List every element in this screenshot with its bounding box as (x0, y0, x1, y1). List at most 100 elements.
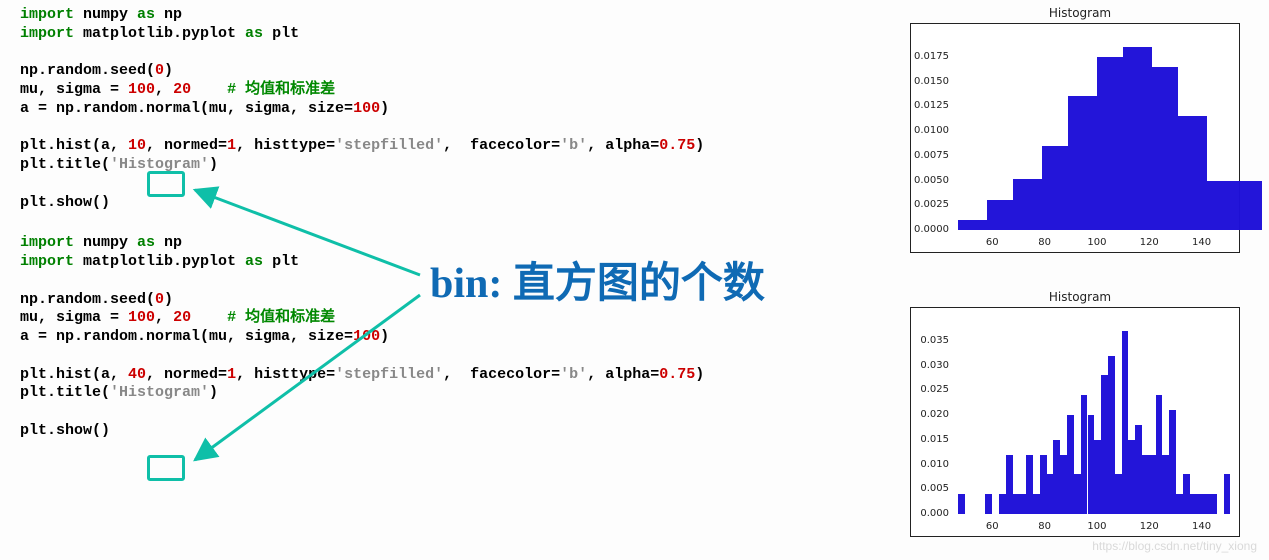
ytick: 0.020 (911, 409, 949, 422)
kw-import: import (20, 6, 74, 23)
bar (1094, 440, 1101, 514)
ytick: 0.0175 (911, 51, 949, 64)
str: 'b' (560, 366, 587, 383)
t: ) (695, 366, 704, 383)
bar (1190, 494, 1197, 514)
ytick: 0.0025 (911, 199, 949, 212)
histogram-2: Histogram 0.0000.0050.0100.0150.0200.025… (910, 290, 1250, 537)
comment: # 均值和标准差 (227, 309, 335, 326)
bar (958, 220, 987, 230)
num: 20 (173, 81, 191, 98)
bar (1047, 474, 1054, 514)
xtick: 140 (1192, 518, 1211, 536)
axes: 0.0000.0050.0100.0150.0200.0250.0300.035… (910, 307, 1240, 537)
ytick: 0.0150 (911, 75, 949, 88)
num: 20 (173, 309, 191, 326)
ytick: 0.025 (911, 384, 949, 397)
t: , facecolor= (443, 137, 560, 154)
t: numpy (74, 6, 137, 23)
plot-area (953, 32, 1233, 230)
bar (1019, 494, 1026, 514)
bar (1142, 455, 1149, 514)
t: ) (164, 291, 173, 308)
num: 100 (128, 81, 155, 98)
num: 100 (353, 100, 380, 117)
bar (958, 494, 965, 514)
bar (1152, 67, 1178, 230)
num: 0.75 (659, 137, 695, 154)
bar (1033, 494, 1040, 514)
bar (1115, 474, 1122, 514)
bar (1097, 57, 1123, 230)
xtick: 60 (986, 518, 999, 536)
bar (1013, 179, 1042, 230)
t: , (155, 81, 173, 98)
t: np (155, 6, 182, 23)
str: 'Histogram' (110, 384, 209, 401)
str: 'stepfilled' (335, 366, 443, 383)
bar (1162, 455, 1169, 514)
t: mu, sigma = (20, 309, 128, 326)
ytick: 0.0125 (911, 100, 949, 113)
num: 100 (128, 309, 155, 326)
t: a = np.random.normal(mu, sigma, size= (20, 328, 353, 345)
axes: 0.00000.00250.00500.00750.01000.01250.01… (910, 23, 1240, 253)
str: 'stepfilled' (335, 137, 443, 154)
t: , facecolor= (443, 366, 560, 383)
bar (985, 494, 992, 514)
xtick: 120 (1140, 518, 1159, 536)
t: ) (209, 384, 218, 401)
code-area: import numpy as np import matplotlib.pyp… (20, 6, 850, 463)
bar (1123, 47, 1152, 230)
bar (1042, 146, 1068, 230)
ytick: 0.0100 (911, 125, 949, 138)
t: , histtype= (236, 366, 335, 383)
xtick: 100 (1087, 518, 1106, 536)
t: plt.show() (20, 422, 110, 439)
xtick: 80 (1038, 234, 1051, 252)
t: numpy (74, 234, 137, 251)
num: 0.75 (659, 366, 695, 383)
str: 'Histogram' (110, 156, 209, 173)
plot-area (953, 316, 1233, 514)
ytick: 0.005 (911, 483, 949, 496)
code-block-1: import numpy as np import matplotlib.pyp… (20, 6, 850, 212)
ytick: 0.0075 (911, 150, 949, 163)
bar (1060, 455, 1067, 514)
t: np (155, 234, 182, 251)
t: ) (380, 100, 389, 117)
bar (1196, 494, 1203, 514)
num: 100 (353, 328, 380, 345)
bar (1135, 425, 1142, 514)
bar (1210, 494, 1217, 514)
chart-title: Histogram (910, 290, 1250, 305)
t: plt (263, 25, 299, 42)
ytick: 0.0050 (911, 174, 949, 187)
t: matplotlib.pyplot (74, 25, 245, 42)
kw-as: as (137, 234, 155, 251)
t: a = np.random.normal(mu, sigma, size= (20, 100, 353, 117)
t: , alpha= (587, 137, 659, 154)
num-bin-10: 10 (128, 137, 146, 154)
bar (1101, 375, 1108, 514)
num: 1 (227, 366, 236, 383)
chart-title: Histogram (910, 6, 1250, 21)
bar (1081, 395, 1088, 514)
t: np.random.seed( (20, 62, 155, 79)
ytick: 0.030 (911, 359, 949, 372)
t: matplotlib.pyplot (74, 253, 245, 270)
str: 'b' (560, 137, 587, 154)
bar (1169, 410, 1176, 514)
t: ) (380, 328, 389, 345)
kw-import: import (20, 253, 74, 270)
bar (1149, 455, 1156, 514)
bar (1176, 494, 1183, 514)
xtick: 120 (1140, 234, 1159, 252)
bar (1108, 356, 1115, 514)
ytick: 0.000 (911, 508, 949, 521)
t: ) (164, 62, 173, 79)
code-block-2: import numpy as np import matplotlib.pyp… (20, 234, 850, 440)
num: 1 (227, 137, 236, 154)
bar (1026, 455, 1033, 514)
bar (1128, 440, 1135, 514)
